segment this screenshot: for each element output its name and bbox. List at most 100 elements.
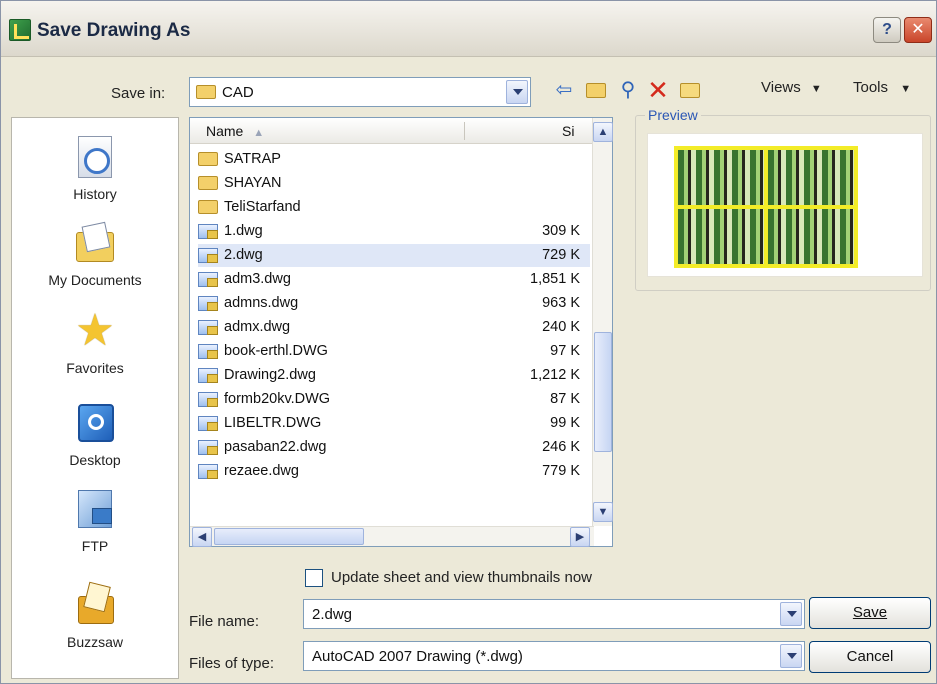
save-button-label: Save: [852, 604, 888, 621]
file-size-text: 779 K: [542, 463, 580, 479]
file-list-item[interactable]: SATRAP: [198, 148, 590, 171]
chevron-down-icon[interactable]: [780, 644, 802, 668]
dwg-file-icon: [198, 392, 218, 407]
chevron-down-icon[interactable]: [506, 80, 528, 104]
file-size-text: 729 K: [542, 247, 580, 263]
back-arrow-icon[interactable]: ⇦: [551, 77, 577, 103]
file-size-text: 309 K: [542, 223, 580, 239]
scroll-left-button[interactable]: ◀: [192, 527, 212, 547]
views-menu-button[interactable]: Views ▼: [761, 79, 822, 96]
file-list-item[interactable]: 1.dwg 309 K: [198, 220, 590, 243]
scroll-down-button[interactable]: ▼: [593, 502, 613, 522]
places-bar: History My Documents ★ Favorites Desktop: [11, 117, 179, 679]
dialog-title: Save Drawing As: [37, 20, 191, 41]
files-of-type-value: AutoCAD 2007 Drawing (*.dwg): [312, 648, 523, 665]
title-bar[interactable]: Save Drawing As ? ✕: [1, 1, 936, 57]
folder-icon: [198, 200, 218, 214]
tools-menu-button[interactable]: Tools ▼: [853, 79, 911, 96]
update-thumbnails-label[interactable]: Update sheet and view thumbnails now: [331, 569, 592, 586]
file-name-text: 1.dwg: [224, 223, 263, 239]
file-list-item[interactable]: Drawing2.dwg 1,212 K: [198, 364, 590, 387]
save-in-dropdown[interactable]: CAD: [189, 77, 531, 107]
file-list-item[interactable]: TeliStarfand: [198, 196, 590, 219]
dwg-file-icon: [198, 224, 218, 239]
file-size-text: 97 K: [550, 343, 580, 359]
file-list-item[interactable]: formb20kv.DWG 87 K: [198, 388, 590, 411]
file-name-text: Drawing2.dwg: [224, 367, 316, 383]
horizontal-scrollbar[interactable]: ◀ ▶: [190, 526, 594, 547]
dwg-file-icon: [198, 464, 218, 479]
new-folder-icon[interactable]: [677, 77, 703, 103]
drawing-thumbnail: [674, 146, 858, 268]
file-name-text: pasaban22.dwg: [224, 439, 327, 455]
file-list-item[interactable]: pasaban22.dwg 246 K: [198, 436, 590, 459]
files-of-type-dropdown[interactable]: AutoCAD 2007 Drawing (*.dwg): [303, 641, 805, 671]
place-label: Desktop: [69, 452, 121, 468]
chevron-down-icon: ▼: [810, 83, 822, 95]
file-list-item[interactable]: LIBELTR.DWG 99 K: [198, 412, 590, 435]
save-button[interactable]: Save: [809, 597, 931, 629]
file-list[interactable]: Name ▲ Si SATRAP SHAYAN TeliStarfand 1.dwg 3…: [189, 117, 613, 547]
scroll-up-button[interactable]: ▲: [593, 122, 613, 142]
help-button[interactable]: ?: [873, 17, 901, 43]
file-name-text: LIBELTR.DWG: [224, 415, 322, 431]
file-size-text: 246 K: [542, 439, 580, 455]
file-list-item[interactable]: 2.dwg 729 K: [198, 244, 590, 267]
place-history[interactable]: History: [12, 134, 178, 202]
file-size-text: 87 K: [550, 391, 580, 407]
file-list-item[interactable]: book-erthl.DWG 97 K: [198, 340, 590, 363]
place-ftp[interactable]: FTP: [12, 486, 178, 554]
tools-label: Tools: [853, 79, 889, 96]
column-divider[interactable]: [464, 122, 465, 140]
file-name-text: 2.dwg: [224, 247, 263, 263]
place-favorites[interactable]: ★ Favorites: [12, 308, 178, 377]
file-name-text: admns.dwg: [224, 295, 299, 311]
my-documents-icon: [72, 220, 118, 266]
folder-icon: [198, 176, 218, 190]
place-buzzsaw[interactable]: Buzzsaw: [12, 581, 178, 650]
vertical-scrollbar[interactable]: ▲ ▼: [592, 118, 613, 526]
chevron-down-icon: ▼: [900, 83, 912, 95]
desktop-icon: [72, 400, 118, 446]
column-size[interactable]: Si: [562, 123, 574, 139]
horizontal-scroll-thumb[interactable]: [214, 528, 364, 545]
search-icon[interactable]: ⚲: [615, 77, 641, 103]
file-name-text: SHAYAN: [224, 175, 282, 191]
dwg-file-icon: [198, 440, 218, 455]
place-desktop[interactable]: Desktop: [12, 400, 178, 468]
files-of-type-label: Files of type:: [189, 655, 275, 672]
place-label: FTP: [81, 538, 109, 554]
file-name-input[interactable]: 2.dwg: [303, 599, 805, 629]
file-size-text: 1,212 K: [530, 367, 580, 383]
file-list-item[interactable]: adm3.dwg 1,851 K: [198, 268, 590, 291]
file-size-text: 963 K: [542, 295, 580, 311]
place-label: My Documents: [48, 272, 142, 288]
delete-icon[interactable]: ✕: [645, 77, 671, 103]
close-button[interactable]: ✕: [904, 17, 932, 43]
file-name-value: 2.dwg: [312, 606, 353, 623]
file-list-item[interactable]: rezaee.dwg 779 K: [198, 460, 590, 483]
update-thumbnails-checkbox[interactable]: [305, 569, 323, 587]
file-size-text: 99 K: [550, 415, 580, 431]
cancel-button-label: Cancel: [846, 648, 894, 665]
place-label: Favorites: [66, 360, 124, 376]
scroll-right-button[interactable]: ▶: [570, 527, 590, 547]
vertical-scroll-thumb[interactable]: [594, 332, 612, 452]
history-icon: [72, 134, 118, 180]
file-list-item[interactable]: admns.dwg 963 K: [198, 292, 590, 315]
autocad-app-icon: [9, 19, 31, 41]
cancel-button[interactable]: Cancel: [809, 641, 931, 673]
file-list-item[interactable]: admx.dwg 240 K: [198, 316, 590, 339]
up-folder-icon[interactable]: [583, 77, 609, 103]
column-name[interactable]: Name ▲: [206, 123, 264, 139]
buzzsaw-icon: [72, 581, 118, 628]
file-name-text: adm3.dwg: [224, 271, 291, 287]
place-my-documents[interactable]: My Documents: [12, 220, 178, 288]
column-header: Name ▲ Si: [190, 118, 594, 144]
chevron-down-icon[interactable]: [780, 602, 802, 626]
ftp-icon: [72, 486, 118, 532]
preview-label: Preview: [645, 107, 701, 123]
dwg-file-icon: [198, 272, 218, 287]
dwg-file-icon: [198, 320, 218, 335]
file-list-item[interactable]: SHAYAN: [198, 172, 590, 195]
